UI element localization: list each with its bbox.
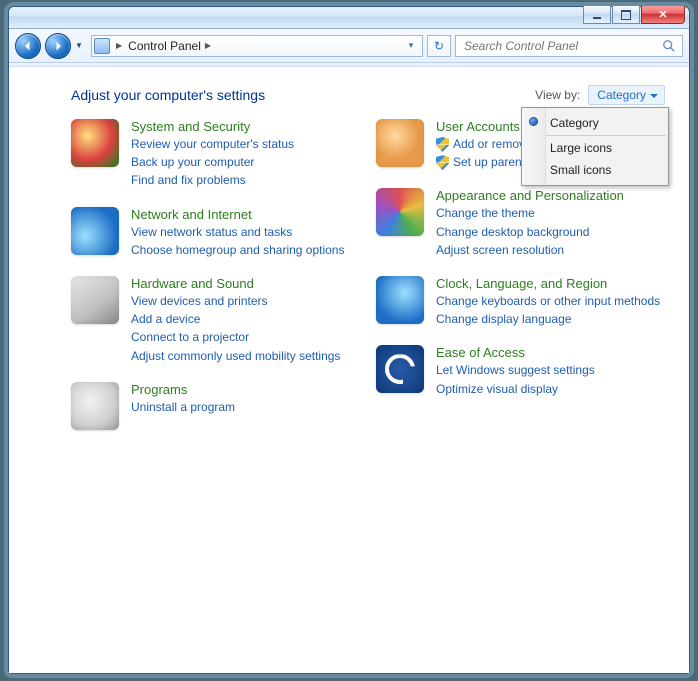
view-by-option[interactable]: Large icons <box>522 137 668 159</box>
category-link[interactable]: Change display language <box>436 311 660 327</box>
control-panel-icon <box>94 38 110 54</box>
view-by-button[interactable]: Category <box>588 85 665 105</box>
category-link[interactable]: Let Windows suggest settings <box>436 362 595 378</box>
category-hardware: Hardware and Sound View devices and print… <box>71 276 360 364</box>
maximize-button[interactable] <box>612 6 640 24</box>
security-icon[interactable] <box>71 119 119 167</box>
hardware-icon[interactable] <box>71 276 119 324</box>
breadcrumb-label: Control Panel <box>128 39 201 53</box>
uac-shield-icon <box>436 137 449 152</box>
programs-icon[interactable] <box>71 382 119 430</box>
category-link[interactable]: Add a device <box>131 311 340 327</box>
category-link[interactable]: Uninstall a program <box>131 399 235 415</box>
category-link[interactable]: Optimize visual display <box>436 381 595 397</box>
category-link[interactable]: Change keyboards or other input methods <box>436 293 660 309</box>
search-icon <box>662 39 676 53</box>
chevron-right-icon[interactable]: ▶ <box>205 41 211 50</box>
category-title[interactable]: Network and Internet <box>131 207 344 222</box>
category-link[interactable]: View devices and printers <box>131 293 340 309</box>
category-title[interactable]: Ease of Access <box>436 345 595 360</box>
ease-icon[interactable] <box>376 345 424 393</box>
users-icon[interactable] <box>376 119 424 167</box>
category-link[interactable]: Change the theme <box>436 205 624 221</box>
address-dropdown[interactable]: ▾ <box>404 39 418 53</box>
category-title[interactable]: Programs <box>131 382 235 397</box>
view-by-label: View by: <box>535 88 580 102</box>
view-by-control: View by: Category CategoryLarge iconsSma… <box>535 85 665 105</box>
minimize-button[interactable] <box>583 6 611 24</box>
view-by-menu: Category Large iconsSmall icons <box>521 107 669 186</box>
category-clock: Clock, Language, and Region Change keyboa… <box>376 276 665 327</box>
chevron-right-icon[interactable]: ▶ <box>116 41 122 50</box>
control-panel-window: ▼ ▶ Control Panel ▶ ▾ ↻ Adjust your comp… <box>8 6 690 674</box>
view-by-option[interactable]: Small icons <box>522 159 668 181</box>
category-appearance: Appearance and Personalization Change the… <box>376 188 665 258</box>
category-link[interactable]: View network status and tasks <box>131 224 344 240</box>
category-link[interactable]: Choose homegroup and sharing options <box>131 242 344 258</box>
category-link[interactable]: Review your computer's status <box>131 136 294 152</box>
forward-button[interactable] <box>45 33 71 59</box>
navigation-bar: ▼ ▶ Control Panel ▶ ▾ ↻ <box>9 29 689 63</box>
history-dropdown[interactable]: ▼ <box>75 37 87 55</box>
titlebar <box>9 7 689 29</box>
category-title[interactable]: Appearance and Personalization <box>436 188 624 203</box>
close-button[interactable] <box>641 6 685 24</box>
search-input[interactable] <box>462 38 662 54</box>
category-ease: Ease of Access Let Windows suggest settin… <box>376 345 665 396</box>
content-area: Adjust your computer's settings View by:… <box>9 67 689 673</box>
category-security: System and Security Review your computer'… <box>71 119 360 189</box>
category-title[interactable]: Hardware and Sound <box>131 276 340 291</box>
category-link[interactable]: Back up your computer <box>131 154 294 170</box>
category-title[interactable]: System and Security <box>131 119 294 134</box>
back-button[interactable] <box>15 33 41 59</box>
category-network: Network and Internet View network status … <box>71 207 360 258</box>
category-programs: Programs Uninstall a program <box>71 382 360 430</box>
refresh-button[interactable]: ↻ <box>427 35 451 57</box>
address-bar[interactable]: ▶ Control Panel ▶ ▾ <box>91 35 423 57</box>
view-by-option[interactable]: Category <box>522 112 668 134</box>
category-link[interactable]: Adjust screen resolution <box>436 242 624 258</box>
category-link[interactable]: Connect to a projector <box>131 329 340 345</box>
category-title[interactable]: Clock, Language, and Region <box>436 276 660 291</box>
category-link[interactable]: Find and fix problems <box>131 172 294 188</box>
breadcrumb-segment[interactable]: Control Panel ▶ <box>128 39 211 53</box>
appearance-icon[interactable] <box>376 188 424 236</box>
page-title: Adjust your computer's settings <box>71 87 265 103</box>
search-box[interactable] <box>455 35 683 57</box>
network-icon[interactable] <box>71 207 119 255</box>
clock-icon[interactable] <box>376 276 424 324</box>
uac-shield-icon <box>436 155 449 170</box>
category-link[interactable]: Adjust commonly used mobility settings <box>131 348 340 364</box>
category-link[interactable]: Change desktop background <box>436 224 624 240</box>
